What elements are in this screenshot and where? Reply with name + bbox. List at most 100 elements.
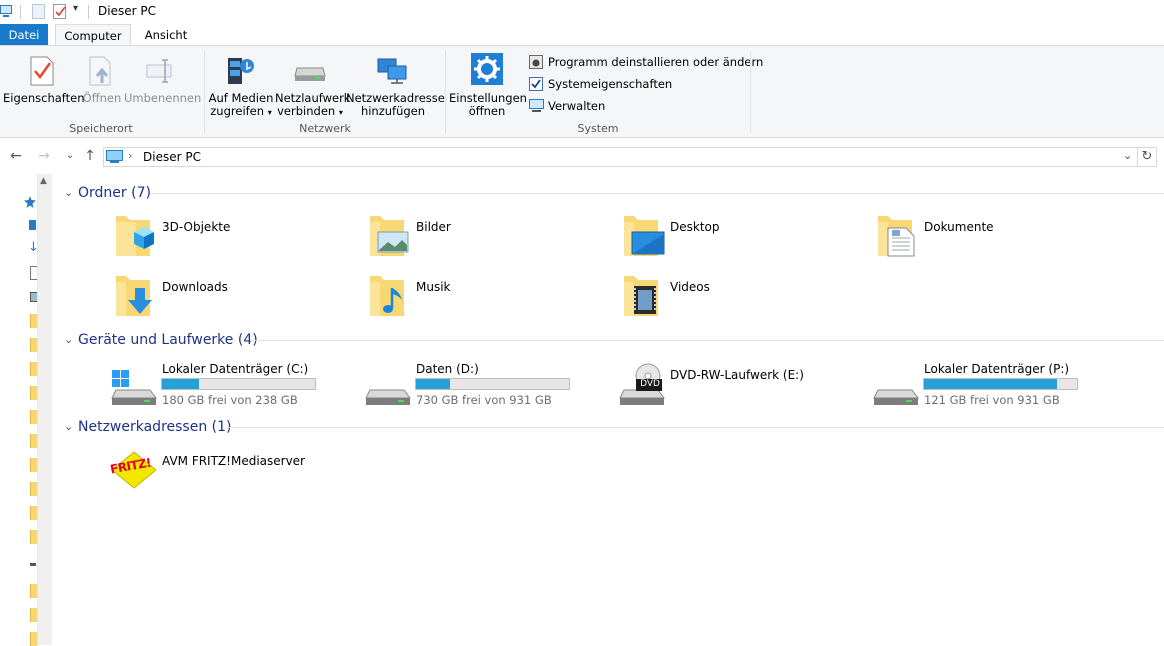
nav-folder-icon[interactable] (30, 338, 37, 352)
nav-folder-icon[interactable] (30, 632, 37, 646)
drive-free-space: 180 GB frei von 238 GB (162, 393, 298, 407)
group-label-location: Speicherort (69, 122, 133, 135)
collapse-chevron-icon[interactable]: ⌄ (64, 186, 73, 199)
nav-folder-icon[interactable] (30, 482, 37, 496)
navigation-bar: ← → ⌄ ↑ › Dieser PC ⌄ ↻ (0, 138, 1164, 174)
group-label-network: Netzwerk (299, 122, 351, 135)
nav-folder-icon[interactable] (30, 584, 37, 598)
drive-label: DVD-RW-Laufwerk (E:) (670, 368, 804, 382)
nav-folder-icon[interactable] (30, 314, 37, 328)
properties-qat-icon[interactable] (53, 4, 67, 19)
drive-label: Daten (D:) (416, 362, 479, 376)
section-divider (226, 427, 1164, 428)
scrollbar[interactable]: ▲ (37, 174, 52, 645)
map-network-drive-label-line2: verbinden ▾ (277, 104, 343, 118)
uninstall-program-button[interactable]: Programm deinstallieren oder ändern (528, 53, 763, 71)
group-separator (750, 50, 751, 134)
folder-label: Desktop (670, 220, 720, 234)
refresh-icon[interactable]: ↻ (1137, 147, 1157, 167)
group-label-system: System (577, 122, 619, 135)
drive-free-space: 121 GB frei von 931 GB (924, 393, 1060, 407)
collapse-chevron-icon[interactable]: ⌄ (64, 420, 73, 433)
folder-item[interactable]: Bilder (366, 212, 606, 260)
new-folder-qat-icon[interactable] (32, 4, 45, 19)
nav-folder-icon[interactable] (30, 386, 37, 400)
quick-access-star-icon[interactable] (24, 196, 36, 208)
folder-item[interactable]: Videos (620, 272, 860, 320)
documents-folder-icon (878, 216, 915, 257)
nav-folder-icon[interactable] (30, 410, 37, 424)
open-settings-label-line2: öffnen (468, 104, 506, 118)
open-settings-button[interactable]: Einstellungen öffnen (449, 48, 527, 120)
uninstall-program-label: Programm deinstallieren oder ändern (548, 55, 764, 69)
desktop-folder-icon (624, 216, 665, 256)
title-bar: ▾ Dieser PC (0, 0, 1164, 24)
section-header-network[interactable]: Netzwerkadressen (1) (78, 417, 232, 437)
section-divider (150, 193, 1164, 194)
address-dropdown-chevron-icon[interactable]: ⌄ (1123, 149, 1132, 162)
manage-button[interactable]: Verwalten (528, 97, 608, 115)
system-properties-label: Systemeigenschaften (548, 77, 673, 91)
system-properties-icon (529, 77, 543, 91)
folder-item[interactable]: Downloads (112, 272, 352, 320)
drive-usage-fill (416, 379, 450, 389)
qat-dropdown-icon[interactable]: ▾ (73, 3, 78, 14)
nav-folder-icon[interactable] (30, 434, 37, 448)
scroll-up-icon[interactable]: ▲ (40, 176, 47, 186)
rename-button[interactable]: Umbenennen (124, 48, 201, 120)
up-arrow-icon[interactable]: ↑ (81, 147, 99, 165)
music-folder-icon (370, 276, 404, 316)
drive-usage-bar (923, 378, 1078, 390)
drive-item[interactable]: Lokaler Datenträger (P:) 121 GB frei von… (872, 362, 1112, 408)
forward-arrow-icon[interactable]: → (35, 147, 53, 165)
folder-item[interactable]: Dokumente (874, 212, 1114, 260)
section-header-drives[interactable]: Geräte und Laufwerke (4) (78, 330, 258, 350)
section-header-folders[interactable]: Ordner (7) (78, 183, 151, 203)
back-arrow-icon[interactable]: ← (7, 147, 25, 165)
drive-free-space: 730 GB frei von 931 GB (416, 393, 552, 407)
nav-folder-icon[interactable] (30, 530, 37, 544)
add-network-location-button[interactable]: Netzwerkadresse hinzufügen (346, 48, 445, 120)
content-area: ⌄ Ordner (7) 3D-Objekte Bilder Desktop D… (52, 174, 1164, 645)
recent-locations-chevron-icon[interactable]: ⌄ (61, 147, 79, 165)
nav-folder-icon[interactable] (30, 362, 37, 376)
nav-folder-icon[interactable] (30, 608, 37, 622)
tab-view[interactable]: Ansicht (137, 24, 195, 46)
dvd-badge: DVD (640, 379, 660, 389)
open-button[interactable]: Öffnen (80, 48, 124, 120)
open-label: Öffnen (82, 91, 122, 105)
nav-folder-icon[interactable] (30, 458, 37, 472)
media-icon (228, 58, 254, 84)
folder-label: Dokumente (924, 220, 994, 234)
system-drive-icon (111, 370, 157, 405)
tab-file[interactable]: Datei (0, 24, 48, 46)
network-location-item[interactable]: FRITZ! AVM FRITZ!Mediaserver (108, 450, 348, 490)
collapse-chevron-icon[interactable]: ⌄ (64, 333, 73, 346)
properties-button[interactable]: Eigenschaften (3, 48, 85, 120)
drive-label: Lokaler Datenträger (C:) (162, 362, 309, 376)
nav-folder-icon[interactable] (30, 506, 37, 520)
breadcrumb[interactable]: Dieser PC (143, 150, 201, 164)
folder-item[interactable]: 3D-Objekte (112, 212, 352, 260)
breadcrumb-separator-icon[interactable]: › (128, 149, 132, 162)
drive-usage-bar (161, 378, 316, 390)
drive-item[interactable]: Lokaler Datenträger (C:) 180 GB frei von… (110, 362, 350, 408)
access-media-label-line2: zugreifen ▾ (210, 104, 272, 118)
address-bar[interactable]: › Dieser PC ⌄ (103, 147, 1138, 167)
folder-item[interactable]: Desktop (620, 212, 860, 260)
network-location-label: AVM FRITZ!Mediaserver (162, 454, 305, 468)
this-pc-icon (0, 5, 12, 17)
drive-item[interactable]: DVD DVD-RW-Laufwerk (E:) (618, 362, 858, 408)
drive-nav-icon[interactable] (30, 563, 36, 566)
map-network-drive-button[interactable]: Netzlaufwerk verbinden ▾ (275, 48, 350, 120)
folder-item[interactable]: Musik (366, 272, 606, 320)
tab-computer[interactable]: Computer (55, 24, 131, 46)
hard-drive-icon (873, 389, 919, 405)
drive-item[interactable]: Daten (D:) 730 GB frei von 931 GB (364, 362, 604, 408)
system-properties-button[interactable]: Systemeigenschaften (528, 75, 672, 93)
desktop-nav-icon[interactable] (29, 220, 36, 230)
ribbon: Eigenschaften Öffnen Umbenennen Speicher… (0, 45, 1164, 138)
access-media-button[interactable]: Auf Medien zugreifen ▾ (208, 48, 274, 120)
chevron-down-icon: ▾ (267, 108, 272, 117)
network-drive-icon (294, 67, 326, 81)
